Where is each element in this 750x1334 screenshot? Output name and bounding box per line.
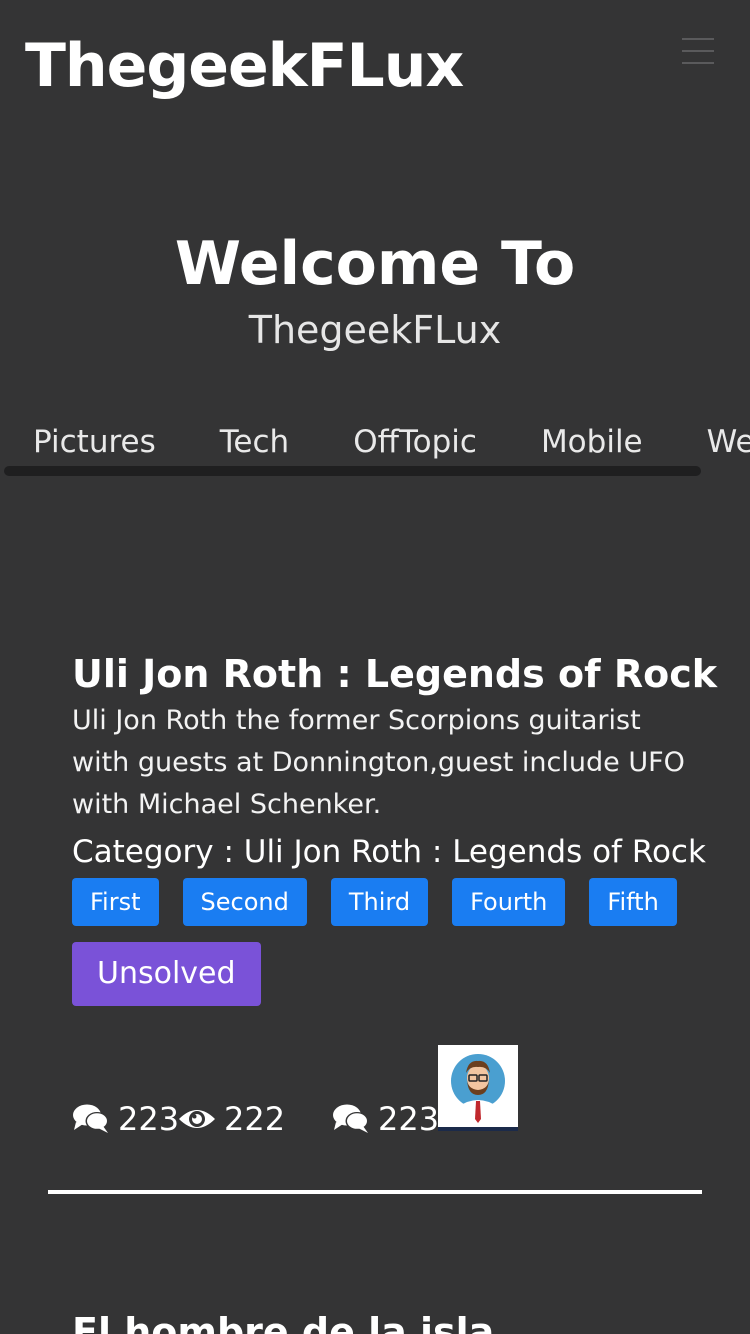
comments-stat: 223 bbox=[72, 1099, 179, 1139]
post-category: Category : Uli Jon Roth : Legends of Roc… bbox=[72, 834, 706, 870]
hero-subtitle: ThegeekFLux bbox=[248, 308, 502, 352]
tag-fifth[interactable]: Fifth bbox=[589, 878, 677, 926]
comments-icon bbox=[333, 1104, 369, 1133]
hamburger-menu-icon[interactable] bbox=[682, 38, 714, 64]
tab-pictures[interactable]: Pictures bbox=[33, 418, 156, 466]
post-description: Uli Jon Roth the former Scorpions guitar… bbox=[72, 705, 685, 820]
brand-logo[interactable]: ThegeekFLux bbox=[25, 28, 464, 104]
tab-mobile[interactable]: Mobile bbox=[541, 418, 643, 466]
comments-count: 223 bbox=[118, 1100, 180, 1138]
comments-icon bbox=[73, 1104, 109, 1133]
tabs-scrollbar[interactable] bbox=[4, 466, 701, 476]
tab-web[interactable]: Web bbox=[707, 418, 750, 466]
tag-fourth[interactable]: Fourth bbox=[452, 878, 566, 926]
hero-title: Welcome To bbox=[174, 229, 576, 299]
tag-first[interactable]: First bbox=[72, 878, 159, 926]
replies-stat: 223 bbox=[332, 1099, 439, 1139]
avatar[interactable] bbox=[438, 1045, 518, 1131]
tag-list: First Second Third Fourth Fifth bbox=[72, 878, 692, 926]
views-stat: 222 bbox=[178, 1099, 285, 1139]
tab-offtopic[interactable]: OffTopic bbox=[353, 418, 477, 466]
eye-icon bbox=[179, 1110, 215, 1128]
tag-third[interactable]: Third bbox=[330, 878, 429, 926]
replies-count: 223 bbox=[378, 1100, 440, 1138]
tab-tech[interactable]: Tech bbox=[220, 418, 289, 466]
status-button[interactable]: Unsolved bbox=[72, 942, 261, 1006]
post-divider bbox=[48, 1190, 702, 1194]
user-avatar-icon bbox=[438, 1045, 518, 1131]
post-title[interactable]: Uli Jon Roth : Legends of Rock bbox=[72, 650, 717, 698]
views-count: 222 bbox=[224, 1100, 286, 1138]
post-card: Uli Jon Roth : Legends of Rock Uli Jon R… bbox=[72, 650, 717, 1006]
post-stats: 223 222 223 bbox=[72, 1045, 692, 1145]
category-tabs: Pictures Tech OffTopic Mobile Web bbox=[0, 418, 750, 482]
tag-second[interactable]: Second bbox=[182, 878, 307, 926]
next-post-title[interactable]: El hombre de la isla bbox=[72, 1308, 494, 1334]
